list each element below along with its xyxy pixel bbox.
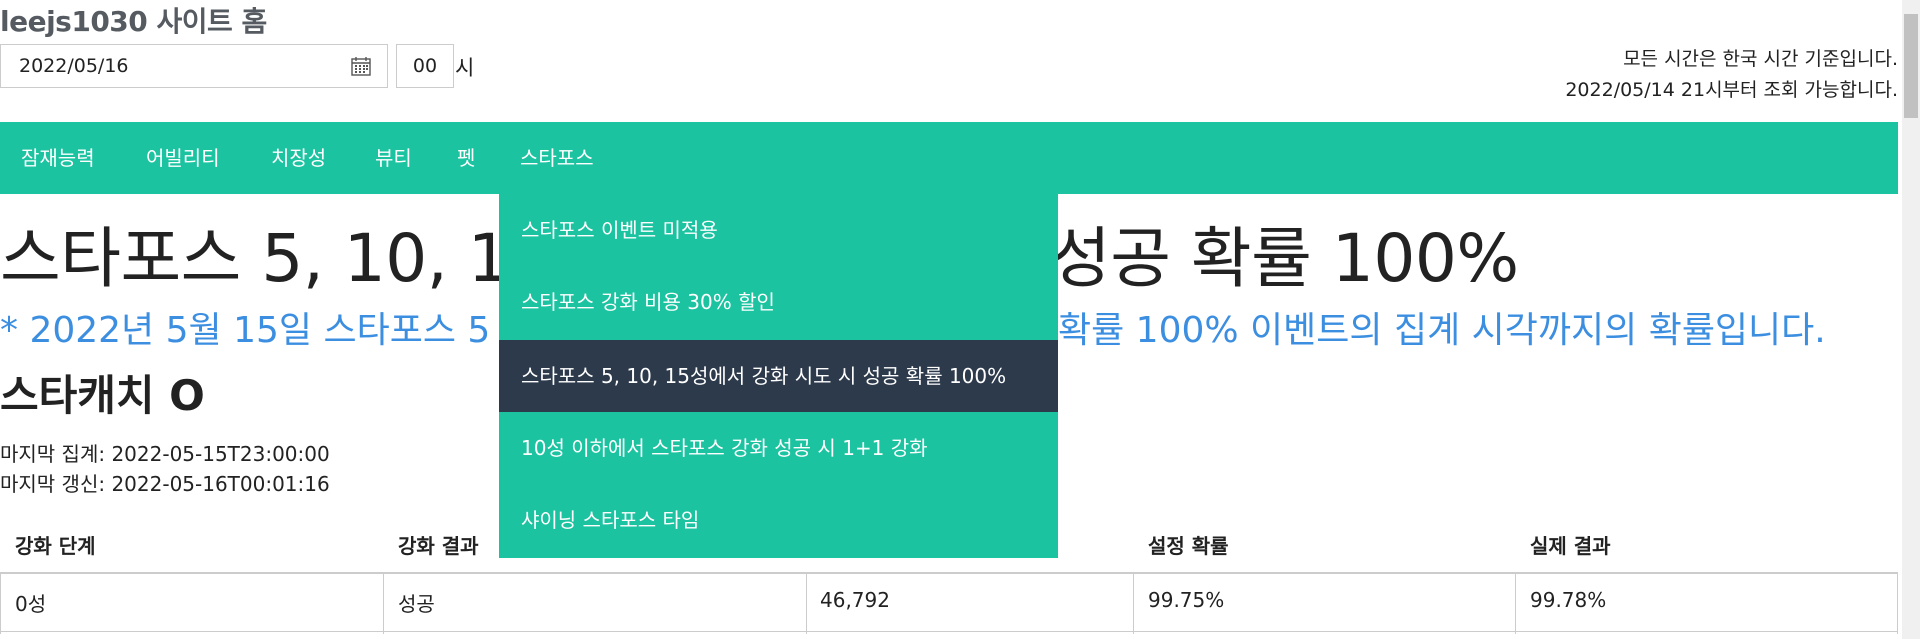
dropdown-item-no-event[interactable]: 스타포스 이벤트 미적용: [499, 194, 1058, 266]
last-aggregate-text: 마지막 집계: 2022-05-15T23:00:00: [0, 442, 330, 466]
nav-item-cosmetic[interactable]: 치장성: [271, 122, 326, 194]
main-navbar: 잠재능력 어빌리티 치장성 뷰티 펫 스타포스: [0, 122, 1898, 194]
dropdown-item-cost-discount[interactable]: 스타포스 강화 비용 30% 할인: [499, 266, 1058, 338]
col-header-actual-result: 실제 결과: [1530, 534, 1611, 558]
scrollbar-thumb[interactable]: [1904, 14, 1918, 118]
starcatch-heading: 스타캐치 O: [0, 371, 205, 420]
vertical-scrollbar[interactable]: [1902, 0, 1920, 639]
dropdown-item-100-percent[interactable]: 스타포스 5, 10, 15성에서 강화 시도 시 성공 확률 100%: [499, 340, 1058, 412]
dropdown-item-shining[interactable]: 샤이닝 스타포스 타임: [499, 484, 1058, 556]
hour-unit-label: 시: [455, 56, 475, 80]
col-header-result: 강화 결과: [398, 534, 479, 558]
nav-item-starforce[interactable]: 스타포스: [520, 122, 594, 194]
starforce-dropdown-menu: 스타포스 이벤트 미적용 스타포스 강화 비용 30% 할인 스타포스 5, 1…: [499, 194, 1058, 558]
dropdown-item-1plus1[interactable]: 10성 이하에서 스타포스 강화 성공 시 1+1 강화: [499, 412, 1058, 484]
cell-set-probability: 99.75%: [1148, 588, 1225, 612]
site-title[interactable]: leejs1030 사이트 홈: [0, 0, 267, 40]
timezone-note-line1: 모든 시간은 한국 시간 기준입니다.: [1623, 48, 1898, 70]
date-input[interactable]: 2022/05/16: [0, 44, 388, 88]
timezone-note-line2: 2022/05/14 21시부터 조회 가능합니다.: [1565, 79, 1898, 101]
nav-item-pet[interactable]: 펫: [457, 122, 475, 194]
nav-item-beauty[interactable]: 뷰티: [375, 122, 412, 194]
calendar-icon[interactable]: [351, 56, 371, 76]
table-row: 0성 성공 46,792 99.75% 99.78%: [0, 572, 1898, 634]
nav-item-ability[interactable]: 어빌리티: [146, 122, 220, 194]
timezone-note: 모든 시간은 한국 시간 기준입니다. 2022/05/14 21시부터 조회 …: [1565, 44, 1898, 106]
cell-actual-result: 99.78%: [1530, 588, 1607, 612]
info-note-right: 확률 100% 이벤트의 집계 시각까지의 확률입니다.: [1058, 310, 1826, 351]
cell-result: 성공: [398, 592, 435, 616]
col-header-set-probability: 설정 확률: [1148, 534, 1229, 558]
page-heading-right: 성공 확률 100%: [1050, 220, 1519, 297]
last-update-text: 마지막 갱신: 2022-05-16T00:01:16: [0, 472, 330, 496]
col-header-stage: 강화 단계: [15, 534, 96, 558]
cell-count: 46,792: [820, 588, 890, 612]
nav-item-potential[interactable]: 잠재능력: [21, 122, 95, 194]
date-value: 2022/05/16: [19, 55, 129, 77]
hour-input[interactable]: 00: [396, 44, 454, 88]
info-note-left: * 2022년 5월 15일 스타포스 5: [0, 310, 491, 351]
cell-stage: 0성: [15, 592, 47, 616]
